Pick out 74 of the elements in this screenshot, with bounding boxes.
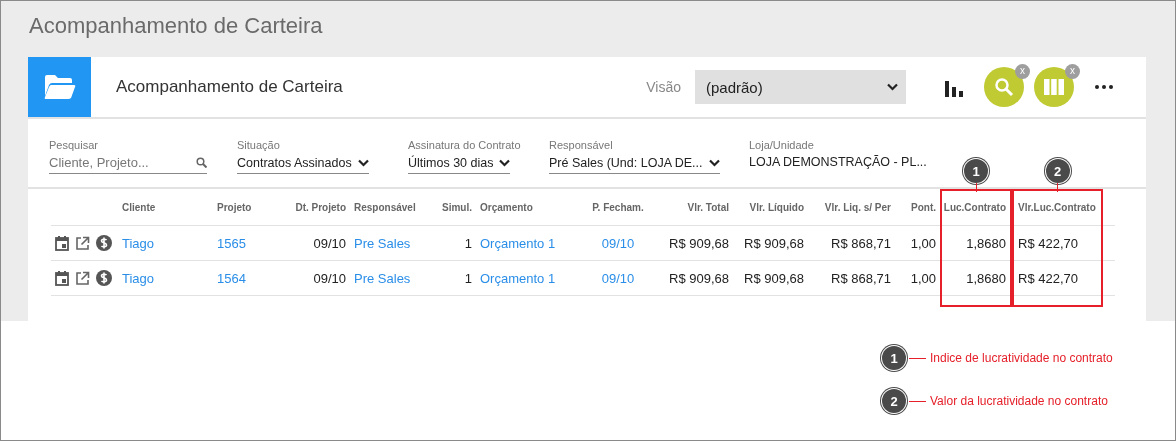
table-cell: 1,00: [895, 226, 940, 261]
callout-number: 2: [882, 389, 906, 413]
table-cell: 09/10: [268, 261, 350, 296]
table-link[interactable]: 09/10: [578, 261, 658, 296]
table-cell: 1: [433, 261, 476, 296]
table-cell: 1: [433, 226, 476, 261]
calendar-icon[interactable]: [55, 270, 69, 286]
table-cell: R$ 909,68: [733, 261, 808, 296]
table-link[interactable]: 1565: [213, 226, 268, 261]
external-link-icon[interactable]: [75, 270, 90, 286]
columns-icon: [1044, 79, 1064, 95]
legend-text: Valor da lucratividade no contrato: [930, 394, 1108, 408]
table-link[interactable]: 1564: [213, 261, 268, 296]
page-title: Acompanhamento de Carteira: [28, 12, 324, 40]
filter-value: LOJA DEMONSTRAÇÃO - PL...: [749, 155, 927, 171]
table-cell: 09/10: [268, 226, 350, 261]
column-header[interactable]: Simul.: [433, 202, 476, 226]
column-header[interactable]: Cliente: [118, 202, 213, 226]
filter-dropdown[interactable]: Contratos Assinados: [237, 155, 369, 174]
view-dropdown[interactable]: (padrão): [695, 70, 906, 104]
table-cell: R$ 422,70: [1014, 226, 1101, 261]
search-icon: [994, 77, 1014, 97]
column-header[interactable]: P. Fecham.: [578, 202, 658, 226]
column-header[interactable]: Vlr. Liq. s/ Per: [808, 202, 895, 226]
table-cell: R$ 422,70: [1014, 261, 1101, 296]
columns-button[interactable]: [1034, 67, 1074, 107]
callout-number: 1: [882, 346, 906, 370]
filter-label: Responsável: [549, 139, 613, 151]
calendar-icon[interactable]: [55, 235, 69, 251]
column-header[interactable]: Responsável: [350, 202, 433, 226]
column-header[interactable]: Vlr. Total: [658, 202, 733, 226]
external-link-icon[interactable]: [75, 235, 90, 251]
card-title: Acompanhamento de Carteira: [116, 77, 344, 97]
table-cell: 1,8680: [942, 226, 1010, 261]
table-link[interactable]: Tiago: [118, 261, 213, 296]
column-header[interactable]: Luc.Contrato: [942, 202, 1010, 226]
view-label: Visão: [646, 79, 681, 95]
filter-dropdown[interactable]: Últimos 30 dias: [408, 155, 511, 174]
table-cell: R$ 868,71: [808, 261, 895, 296]
legend-text: Indice de lucratividade no contrato: [930, 351, 1113, 365]
filter-dropdown[interactable]: Pré Sales (Und: LOJA DE...: [549, 155, 720, 174]
table-cell: R$ 909,68: [733, 226, 808, 261]
column-header[interactable]: Vlr.Luc.Contrato: [1014, 202, 1101, 226]
chevron-icon: [708, 159, 720, 167]
search-icon: [196, 157, 207, 168]
table-cell: 1,00: [895, 261, 940, 296]
column-header[interactable]: Projeto: [213, 202, 268, 226]
column-header[interactable]: Vlr. Líquido: [733, 202, 808, 226]
table-link[interactable]: Orçamento 1: [476, 261, 578, 296]
chevron-icon: [357, 159, 369, 167]
column-header[interactable]: Orçamento: [476, 202, 578, 226]
callout-number: 2: [1045, 159, 1070, 183]
chevron-icon: [499, 159, 511, 167]
dollar-icon[interactable]: [96, 235, 112, 251]
table-cell: R$ 909,68: [658, 261, 733, 296]
table-link[interactable]: Pre Sales: [350, 226, 433, 261]
search-button[interactable]: [984, 67, 1024, 107]
column-header[interactable]: Dt. Projeto: [268, 202, 350, 226]
table-cell: R$ 909,68: [658, 226, 733, 261]
filter-label: Loja/Unidade: [749, 139, 814, 151]
dollar-icon[interactable]: [96, 270, 112, 286]
filter-label: Assinatura do Contrato: [408, 139, 521, 151]
filter-label: Pesquisar: [49, 139, 98, 151]
table-cell: 1,8680: [942, 261, 1010, 296]
column-header[interactable]: Pont.: [895, 202, 940, 226]
table-cell: R$ 868,71: [808, 226, 895, 261]
chevron-icon: [887, 83, 898, 91]
table-link[interactable]: Pre Sales: [350, 261, 433, 296]
table-link[interactable]: Tiago: [118, 226, 213, 261]
more-icon: [1095, 85, 1113, 89]
table-link[interactable]: Orçamento 1: [476, 226, 578, 261]
table-link[interactable]: 09/10: [578, 226, 658, 261]
filter-label: Situação: [237, 139, 280, 151]
callout-number: 1: [964, 159, 988, 183]
